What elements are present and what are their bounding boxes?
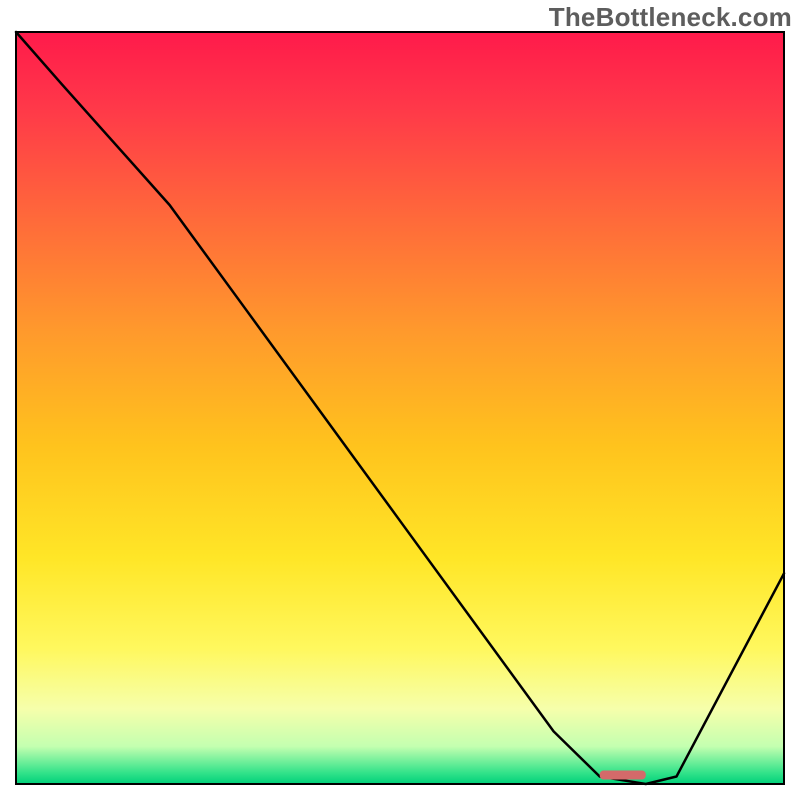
chart-svg <box>0 0 800 800</box>
watermark-text: TheBottleneck.com <box>549 2 792 33</box>
plot-background <box>16 32 784 784</box>
highlight-marker <box>600 771 646 780</box>
chart-root: TheBottleneck.com <box>0 0 800 800</box>
